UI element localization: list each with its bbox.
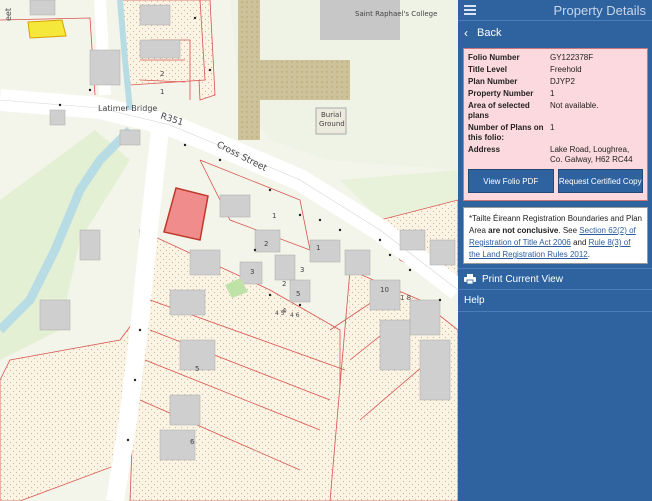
house-number: 6 bbox=[190, 438, 195, 446]
detail-key: Title Level bbox=[468, 65, 507, 74]
house-number: 2 bbox=[282, 280, 287, 288]
detail-value: 1 bbox=[550, 89, 555, 98]
house-number: 1 bbox=[316, 244, 321, 252]
disclaimer-note: *Tailte Éireann Registration Boundaries … bbox=[463, 207, 648, 264]
detail-row: Address Lake Road, Loughrea, Co. Galway, … bbox=[468, 145, 643, 165]
building bbox=[320, 0, 400, 40]
detail-row: Area of selected plans Not available. bbox=[468, 101, 643, 121]
detail-key: Number of Plans on this folio: bbox=[468, 123, 544, 142]
detail-value: Freehold bbox=[550, 65, 582, 74]
details-box: Folio Number GY122378F Title Level Freehol… bbox=[463, 48, 648, 201]
detail-value: DJYP2 bbox=[550, 77, 575, 86]
help-link[interactable]: Help bbox=[458, 290, 652, 312]
house-number: 4 6 bbox=[290, 312, 300, 319]
church-building bbox=[260, 60, 350, 100]
back-label: Back bbox=[477, 26, 502, 39]
detail-key: Property Number bbox=[468, 89, 534, 98]
house-number: 10 bbox=[380, 286, 389, 294]
panel-title: Property Details bbox=[553, 2, 646, 18]
house-number: 3 bbox=[250, 268, 255, 276]
detail-row: Number of Plans on this folio: 1 bbox=[468, 123, 643, 143]
map-canvas bbox=[0, 0, 458, 501]
detail-row: Property Number 1 bbox=[468, 89, 643, 99]
request-certified-copy-button[interactable]: Request Certified Copy bbox=[557, 169, 643, 193]
label-ground: Ground bbox=[319, 120, 345, 128]
note-text: . bbox=[587, 250, 590, 259]
print-current-view-button[interactable]: Print Current View bbox=[458, 268, 652, 290]
house-number: 5 bbox=[195, 365, 200, 373]
detail-row: Title Level Freehold bbox=[468, 65, 643, 75]
help-label: Help bbox=[464, 295, 485, 306]
detail-row: Folio Number GY122378F bbox=[468, 53, 643, 63]
house-number: 2 bbox=[264, 240, 269, 248]
note-text: and bbox=[570, 238, 589, 247]
road-label-street-fragment: eet bbox=[3, 8, 13, 21]
property-details-panel: Property Details ‹ Back Folio Number GY12… bbox=[458, 0, 652, 501]
detail-key: Plan Number bbox=[468, 77, 518, 86]
details-actions: View Folio PDF Request Certified Copy bbox=[468, 169, 643, 193]
road-label-latimer: Latimer Bridge bbox=[98, 104, 158, 113]
detail-value: GY122378F bbox=[550, 53, 594, 62]
back-button[interactable]: ‹ Back bbox=[458, 20, 652, 44]
view-folio-pdf-button[interactable]: View Folio PDF bbox=[468, 169, 554, 193]
house-number: 1 bbox=[272, 212, 277, 220]
printer-icon bbox=[464, 274, 476, 284]
detail-value: 1 bbox=[550, 123, 555, 132]
house-number: 1 8 bbox=[400, 294, 412, 302]
detail-value: Not available. bbox=[550, 101, 599, 110]
church-building bbox=[238, 0, 260, 140]
house-number: 1 bbox=[160, 88, 165, 96]
house-number: 2 bbox=[160, 70, 165, 78]
house-number: 3 bbox=[300, 266, 305, 274]
detail-key: Area of selected plans bbox=[468, 101, 530, 120]
detail-key: Address bbox=[468, 145, 501, 154]
detail-value: Lake Road, Loughrea, Co. Galway, H62 RC4… bbox=[550, 145, 633, 164]
house-number: 5 bbox=[296, 290, 301, 298]
panel-header: Property Details bbox=[458, 0, 652, 20]
detail-key: Folio Number bbox=[468, 53, 520, 62]
label-college: Saint Raphael's College bbox=[355, 10, 438, 18]
note-text: . See bbox=[558, 226, 580, 235]
label-burial: Burial bbox=[321, 111, 342, 119]
menu-icon[interactable] bbox=[464, 5, 476, 15]
note-bold: are not conclusive bbox=[488, 226, 559, 235]
print-label: Print Current View bbox=[482, 273, 563, 285]
yellow-plot bbox=[27, 19, 67, 39]
detail-row: Plan Number DJYP2 bbox=[468, 77, 643, 87]
chevron-left-icon: ‹ bbox=[464, 25, 468, 40]
map-view[interactable]: Latimer Bridge R351 Cross Street Burial … bbox=[0, 0, 458, 501]
house-number: 4 5 bbox=[275, 310, 285, 317]
